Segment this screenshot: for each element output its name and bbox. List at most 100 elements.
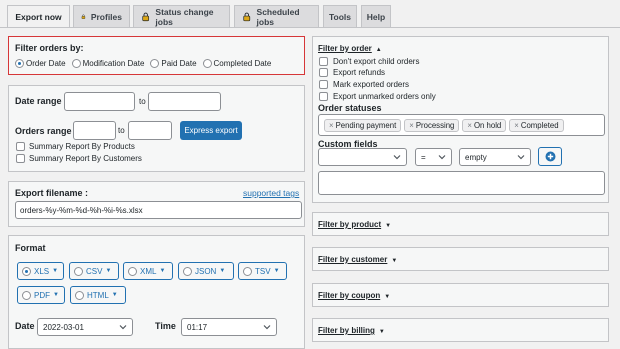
remove-icon[interactable]: × [409,121,414,130]
orders-from-input[interactable] [73,121,116,140]
export-filename-value: orders-%y-%m-%d-%h-%i-%s.xlsx [20,205,143,215]
operator-select[interactable]: = [415,148,452,166]
filter-by-coupon-toggle[interactable]: Filter by coupon ▼ [318,291,390,300]
tab-export-now[interactable]: Export now [7,5,70,28]
export-refunds-label: Export refunds [333,68,386,77]
summary-products-label: Summary Report By Products [29,142,135,151]
filter-by-billing-toggle[interactable]: Filter by billing ▼ [318,326,385,335]
filter-by-product-toggle[interactable]: Filter by product ▼ [318,220,391,229]
tab-profiles[interactable]: Profiles [73,5,130,27]
format-label: XML [140,266,157,276]
order-statuses-input[interactable]: × Pending payment × Processing × On hold × C… [318,114,605,136]
caret-down-icon: ▼ [111,292,118,298]
format-label: XLS [34,266,50,276]
format-csv[interactable]: CSV ▼ [69,262,119,280]
date-to-label: to [139,97,146,106]
export-refunds-checkbox[interactable] [319,68,328,77]
section-title: Filter by billing [318,326,375,335]
radio-button [22,266,31,276]
filter-orders-radio-group: Order Date Modification Date Paid Date C… [15,59,271,68]
export-filename-label: Export filename : [15,188,89,198]
export-filename-input[interactable]: orders-%y-%m-%d-%h-%i-%s.xlsx [15,201,302,219]
filter-by-customer-toggle[interactable]: Filter by customer ▼ [318,255,397,264]
summary-customers-label: Summary Report By Customers [29,154,142,163]
section-title: Filter by coupon [318,291,381,300]
export-unmarked-label: Export unmarked orders only [333,92,436,101]
radio-order-date[interactable]: Order Date [15,59,66,68]
radio-label: Paid Date [161,59,197,68]
radio-modification-date[interactable]: Modification Date [71,59,145,68]
status-tag[interactable]: × Processing [404,118,460,132]
status-tag[interactable]: × On hold [462,118,507,132]
date-select[interactable]: 2022-03-01 [37,318,133,336]
time-value: 01:17 [187,322,208,332]
radio-label: Completed Date [213,59,272,68]
filter-orders-highlight [8,36,305,75]
orders-range-label: Orders range [15,126,72,136]
radio-label: Modification Date [82,59,145,68]
mark-exported-checkbox[interactable] [319,80,328,89]
dont-export-child-checkbox[interactable] [319,57,328,66]
radio-button [183,266,192,276]
value-select-value: empty [465,152,487,162]
chevron-down-icon [517,155,525,160]
radio-button [15,59,24,68]
status-tag-label: Processing [415,120,455,130]
supported-tags-link[interactable]: supported tags [243,188,299,198]
section-title: Filter by customer [318,255,388,264]
tab-help[interactable]: Help [361,5,391,27]
tab-divider [0,27,620,28]
format-xml[interactable]: XML ▼ [123,262,173,280]
remove-icon[interactable]: × [514,121,519,130]
status-tag[interactable]: × Pending payment [324,118,402,132]
remove-icon[interactable]: × [467,121,472,130]
chevron-down-icon [119,325,127,330]
caret-down-icon: ▼ [159,268,166,274]
radio-button [22,290,31,300]
order-statuses-label: Order statuses [318,103,382,113]
value-select[interactable]: empty [459,148,531,166]
date-range-label: Date range [15,96,62,106]
remove-icon[interactable]: × [329,121,334,130]
date-value: 2022-03-01 [43,322,84,332]
date-from-input[interactable] [64,92,135,111]
custom-fields-textarea[interactable] [318,171,605,195]
caret-down-icon: ▼ [384,294,391,300]
format-tsv[interactable]: TSV ▼ [238,262,287,280]
radio-completed-date[interactable]: Completed Date [202,59,272,68]
format-xls[interactable]: XLS ▼ [17,262,64,280]
radio-button [71,59,81,68]
date-to-input[interactable] [148,92,221,111]
custom-field-select[interactable] [318,148,407,166]
caret-down-icon: ▼ [391,258,398,264]
format-pdf[interactable]: PDF ▼ [17,286,65,304]
radio-button [150,59,160,68]
format-json[interactable]: JSON ▼ [178,262,234,280]
tab-scheduled-jobs[interactable]: Scheduled jobs [234,5,319,27]
tab-label: Help [366,11,386,22]
tab-tools[interactable]: Tools [323,5,357,27]
filter-by-order-toggle[interactable]: Filter by order ▲ [318,44,382,53]
tab-status-change-jobs[interactable]: Status change jobs [133,5,230,27]
radio-button [74,266,83,276]
express-export-button[interactable]: Express export [180,121,242,140]
express-export-label: Express export [184,126,238,135]
radio-button [243,266,252,276]
dont-export-child-label: Don't export child orders [333,57,420,66]
summary-customers-checkbox[interactable] [16,154,25,163]
status-tag[interactable]: × Completed [509,118,564,132]
caret-up-icon: ▲ [375,47,382,53]
time-select[interactable]: 01:17 [181,318,277,336]
radio-button [75,290,84,300]
operator-value: = [421,152,426,162]
orders-to-input[interactable] [128,121,172,140]
orders-to-label: to [118,126,125,135]
tab-label: Profiles [90,11,122,22]
format-html[interactable]: HTML ▼ [70,286,126,304]
add-field-button[interactable] [538,147,562,166]
tab-label: Status change jobs [155,6,214,27]
radio-paid-date[interactable]: Paid Date [150,59,197,68]
summary-products-checkbox[interactable] [16,142,25,151]
export-unmarked-checkbox[interactable] [319,92,328,101]
caret-down-icon: ▼ [385,223,392,229]
